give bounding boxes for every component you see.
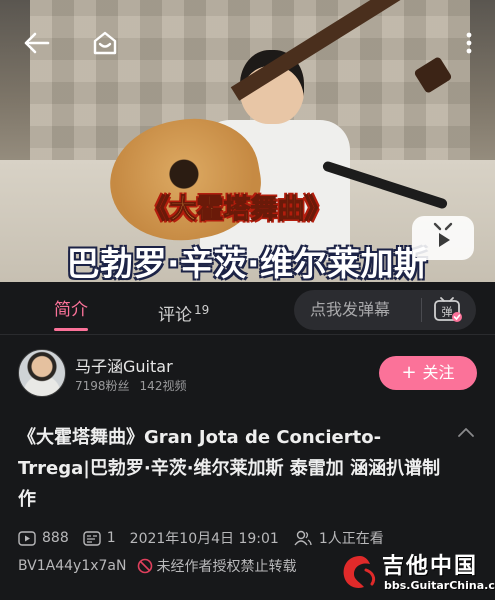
comments-count-badge: 19	[194, 303, 210, 317]
tab-intro[interactable]: 简介	[54, 282, 88, 334]
back-arrow-icon	[24, 32, 50, 54]
collapse-description-button[interactable]	[455, 424, 477, 440]
watermark-site: bbs.GuitarChina.com	[384, 579, 495, 592]
uploader-avatar[interactable]	[18, 349, 66, 397]
home-icon	[93, 31, 117, 55]
bvid[interactable]: BV1A44y1x7aN	[18, 558, 127, 574]
publish-datetime-value: 2021年10月4日 19:01	[129, 531, 279, 547]
video-player[interactable]: 《大霍塔舞曲》 巴勃罗·辛茨·维尔莱加斯	[0, 0, 495, 282]
danmaku-count-value: 1	[106, 530, 116, 546]
danmaku-count: 1	[83, 530, 116, 546]
copyright-notice: 未经作者授权禁止转载	[156, 559, 297, 575]
video-overlay-subtitle: 巴勃罗·辛茨·维尔莱加斯	[66, 244, 428, 282]
tab-comments-label: 评论	[158, 305, 192, 326]
play-count-value: 888	[42, 530, 69, 546]
tab-intro-label: 简介	[54, 300, 88, 320]
svg-text:弹: 弹	[442, 305, 453, 319]
follow-button-label: 关注	[422, 363, 455, 382]
watching-now: 1人正在看	[293, 528, 384, 548]
bvid-row: BV1A44y1x7aN 未经作者授权禁止转载	[18, 556, 297, 576]
people-icon	[294, 530, 312, 546]
video-meta-row: 888 1 2021年10月4日 19:01 1人正在看	[18, 528, 398, 548]
video-overlay-title: 《大霍塔舞曲》	[142, 194, 332, 226]
play-count: 888	[18, 530, 69, 546]
uploader-name[interactable]: 马子涵Guitar	[75, 353, 173, 377]
back-button[interactable]	[20, 26, 54, 60]
danmaku-toggle-icon: 弹	[434, 297, 462, 322]
danmaku-divider	[421, 298, 422, 322]
follow-button[interactable]: + 关注	[379, 356, 477, 390]
uploader-stats: 7198粉丝 142视频	[75, 377, 186, 394]
site-watermark: 吉他中国 bbs.GuitarChina.com	[340, 548, 495, 598]
danmaku-count-icon	[83, 530, 101, 546]
tv-play-button[interactable]	[412, 216, 474, 260]
active-tab-indicator	[54, 328, 88, 331]
danmaku-toggle-button[interactable]: 弹	[430, 295, 466, 325]
chevron-up-icon	[458, 428, 474, 437]
more-vertical-icon	[466, 32, 472, 54]
play-count-icon	[18, 530, 36, 546]
uploader-video-count: 142视频	[139, 379, 187, 393]
watching-now-value: 1人正在看	[318, 531, 384, 547]
plus-icon: +	[401, 362, 417, 383]
home-button[interactable]	[88, 26, 122, 60]
guitarchina-logo-icon	[343, 556, 376, 588]
uploader-followers: 7198粉丝	[75, 379, 130, 393]
no-repost-icon	[137, 558, 152, 574]
publish-datetime: 2021年10月4日 19:01	[130, 528, 279, 548]
more-options-button[interactable]	[452, 26, 486, 60]
danmaku-input[interactable]: 点我发弹幕 弹	[294, 290, 476, 330]
tab-comments[interactable]: 评论 19	[158, 282, 209, 334]
danmaku-input-placeholder: 点我发弹幕	[310, 300, 391, 319]
tv-play-icon	[433, 222, 453, 247]
watermark-brand: 吉他中国	[382, 554, 479, 579]
video-title: 《大霍塔舞曲》Gran Jota de Concierto-Trrega|巴勃罗…	[18, 427, 441, 510]
